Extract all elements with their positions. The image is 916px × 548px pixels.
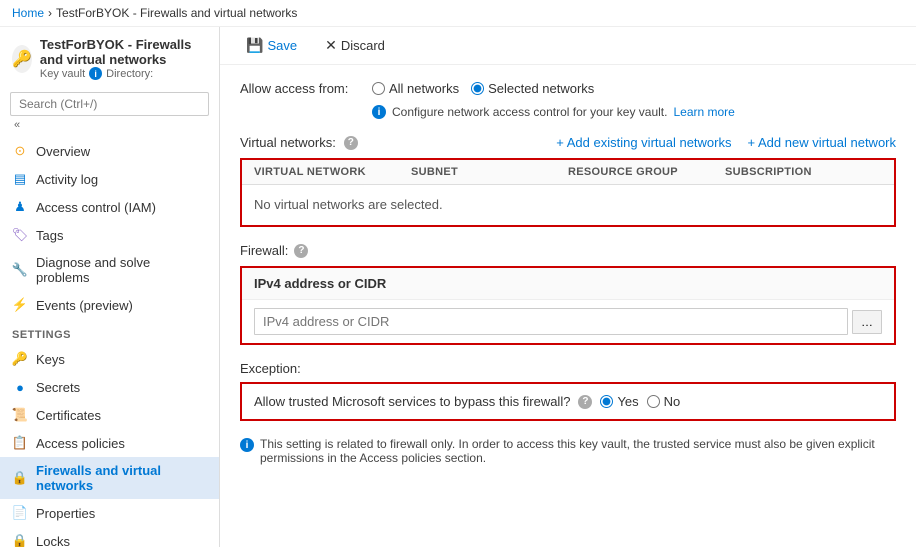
sidebar-item-access-control[interactable]: ♟ Access control (IAM) (0, 193, 219, 221)
yes-radio-input[interactable] (600, 395, 613, 408)
sidebar-item-events[interactable]: ⚡ Events (preview) (0, 291, 219, 319)
all-networks-label: All networks (389, 81, 459, 96)
firewall-box-body: … (242, 300, 894, 343)
sidebar: 🔑 TestForBYOK - Firewalls and virtual ne… (0, 27, 220, 547)
info-text: Configure network access control for you… (392, 105, 667, 119)
exception-info-text: This setting is related to firewall only… (260, 437, 896, 465)
col-subnet: SUBNET (411, 166, 568, 178)
learn-more-link[interactable]: Learn more (673, 105, 734, 119)
collapse-button[interactable]: « (14, 119, 20, 131)
save-icon: 💾 (246, 37, 263, 54)
content-area: Allow access from: All networks Selected… (220, 65, 916, 487)
main-content: 💾 Save ✕ Discard Allow access from: All … (220, 27, 916, 547)
exception-text: Allow trusted Microsoft services to bypa… (254, 394, 570, 409)
breadcrumb-home[interactable]: Home (12, 6, 44, 20)
tags-icon: 🏷 (12, 227, 28, 243)
sidebar-subtitle: Key vault (40, 68, 85, 80)
sidebar-item-overview[interactable]: ⊙ Overview (0, 137, 219, 165)
search-input[interactable] (10, 92, 209, 116)
breadcrumb-page: TestForBYOK - Firewalls and virtual netw… (56, 6, 297, 20)
firewall-help-icon: ? (294, 244, 308, 258)
virtual-networks-section: Virtual networks: ? + Add existing virtu… (240, 135, 896, 227)
overview-icon: ⊙ (12, 143, 28, 159)
info-icon: i (372, 105, 386, 119)
sidebar-item-access-policies[interactable]: 📋 Access policies (0, 429, 219, 457)
virtual-networks-label-row: Virtual networks: ? + Add existing virtu… (240, 135, 896, 150)
sidebar-item-certificates[interactable]: 📜 Certificates (0, 401, 219, 429)
info-row: i Configure network access control for y… (240, 104, 896, 119)
exception-label: Exception: (240, 361, 896, 376)
keys-icon: 🔑 (12, 351, 28, 367)
add-new-link[interactable]: + Add new virtual network (748, 135, 897, 150)
firewall-ellipsis-button[interactable]: … (852, 310, 882, 334)
selected-networks-radio[interactable]: Selected networks (471, 81, 594, 96)
save-button[interactable]: 💾 Save (240, 35, 303, 56)
allow-access-label: Allow access from: (240, 81, 360, 96)
virtual-networks-table: VIRTUAL NETWORK SUBNET RESOURCE GROUP SU… (240, 158, 896, 227)
yes-label: Yes (617, 394, 638, 409)
no-radio[interactable]: No (647, 394, 681, 409)
col-virtual-network: VIRTUAL NETWORK (254, 166, 411, 178)
allow-access-row: Allow access from: All networks Selected… (240, 81, 896, 96)
all-networks-radio[interactable]: All networks (372, 81, 459, 96)
directory-label: Directory: (106, 68, 153, 80)
exception-box: Allow trusted Microsoft services to bypa… (240, 382, 896, 421)
col-subscription: SUBSCRIPTION (725, 166, 882, 178)
table-empty-message: No virtual networks are selected. (254, 197, 443, 212)
add-existing-link[interactable]: + Add existing virtual networks (556, 135, 731, 150)
keyvault-icon: 🔑 (12, 45, 32, 73)
access-control-icon: ♟ (12, 199, 28, 215)
sidebar-item-keys[interactable]: 🔑 Keys (0, 345, 219, 373)
selected-networks-label: Selected networks (488, 81, 594, 96)
virtual-networks-label: Virtual networks: (240, 135, 336, 150)
yes-radio[interactable]: Yes (600, 394, 638, 409)
settings-section-label: Settings (0, 319, 219, 345)
access-policies-icon: 📋 (12, 435, 28, 451)
activity-log-icon: ▤ (12, 171, 28, 187)
no-radio-input[interactable] (647, 395, 660, 408)
sidebar-header: 🔑 TestForBYOK - Firewalls and virtual ne… (0, 27, 219, 86)
locks-icon: 🔒 (12, 533, 28, 547)
all-networks-radio-input[interactable] (372, 82, 385, 95)
exception-help-icon: ? (578, 395, 592, 409)
breadcrumb: Home › TestForBYOK - Firewalls and virtu… (0, 0, 916, 27)
discard-icon: ✕ (325, 37, 337, 54)
table-body: No virtual networks are selected. (242, 185, 894, 225)
firewall-box: IPv4 address or CIDR … (240, 266, 896, 345)
sidebar-item-firewalls[interactable]: 🔒 Firewalls and virtual networks (0, 457, 219, 499)
sidebar-item-tags[interactable]: 🏷 Tags (0, 221, 219, 249)
sidebar-search-container: « (0, 86, 219, 137)
sidebar-item-secrets[interactable]: ● Secrets (0, 373, 219, 401)
diagnose-icon: 🔧 (12, 262, 28, 278)
sidebar-item-activity-log[interactable]: ▤ Activity log (0, 165, 219, 193)
table-header: VIRTUAL NETWORK SUBNET RESOURCE GROUP SU… (242, 160, 894, 185)
no-label: No (664, 394, 681, 409)
exception-section: Exception: Allow trusted Microsoft servi… (240, 361, 896, 471)
virtual-networks-help-icon: ? (344, 136, 358, 150)
sidebar-item-diagnose[interactable]: 🔧 Diagnose and solve problems (0, 249, 219, 291)
exception-radios: Yes No (600, 394, 680, 409)
secrets-icon: ● (12, 379, 28, 395)
certificates-icon: 📜 (12, 407, 28, 423)
firewall-label: Firewall: (240, 243, 288, 258)
exception-info-icon: i (240, 438, 254, 452)
firewall-column-header: IPv4 address or CIDR (242, 268, 894, 300)
exception-info: i This setting is related to firewall on… (240, 431, 896, 471)
section-actions: + Add existing virtual networks + Add ne… (556, 135, 896, 150)
sidebar-title: TestForBYOK - Firewalls and virtual netw… (40, 37, 207, 67)
sidebar-item-properties[interactable]: 📄 Properties (0, 499, 219, 527)
firewall-input[interactable] (254, 308, 848, 335)
firewall-section: Firewall: ? IPv4 address or CIDR … (240, 243, 896, 345)
firewalls-icon: 🔒 (12, 470, 28, 486)
col-resource-group: RESOURCE GROUP (568, 166, 725, 178)
sidebar-item-locks[interactable]: 🔒 Locks (0, 527, 219, 547)
events-icon: ⚡ (12, 297, 28, 313)
discard-button[interactable]: ✕ Discard (319, 35, 391, 56)
firewall-label-row: Firewall: ? (240, 243, 896, 258)
toolbar: 💾 Save ✕ Discard (220, 27, 916, 65)
info-icon: i (89, 67, 102, 80)
properties-icon: 📄 (12, 505, 28, 521)
selected-networks-radio-input[interactable] (471, 82, 484, 95)
